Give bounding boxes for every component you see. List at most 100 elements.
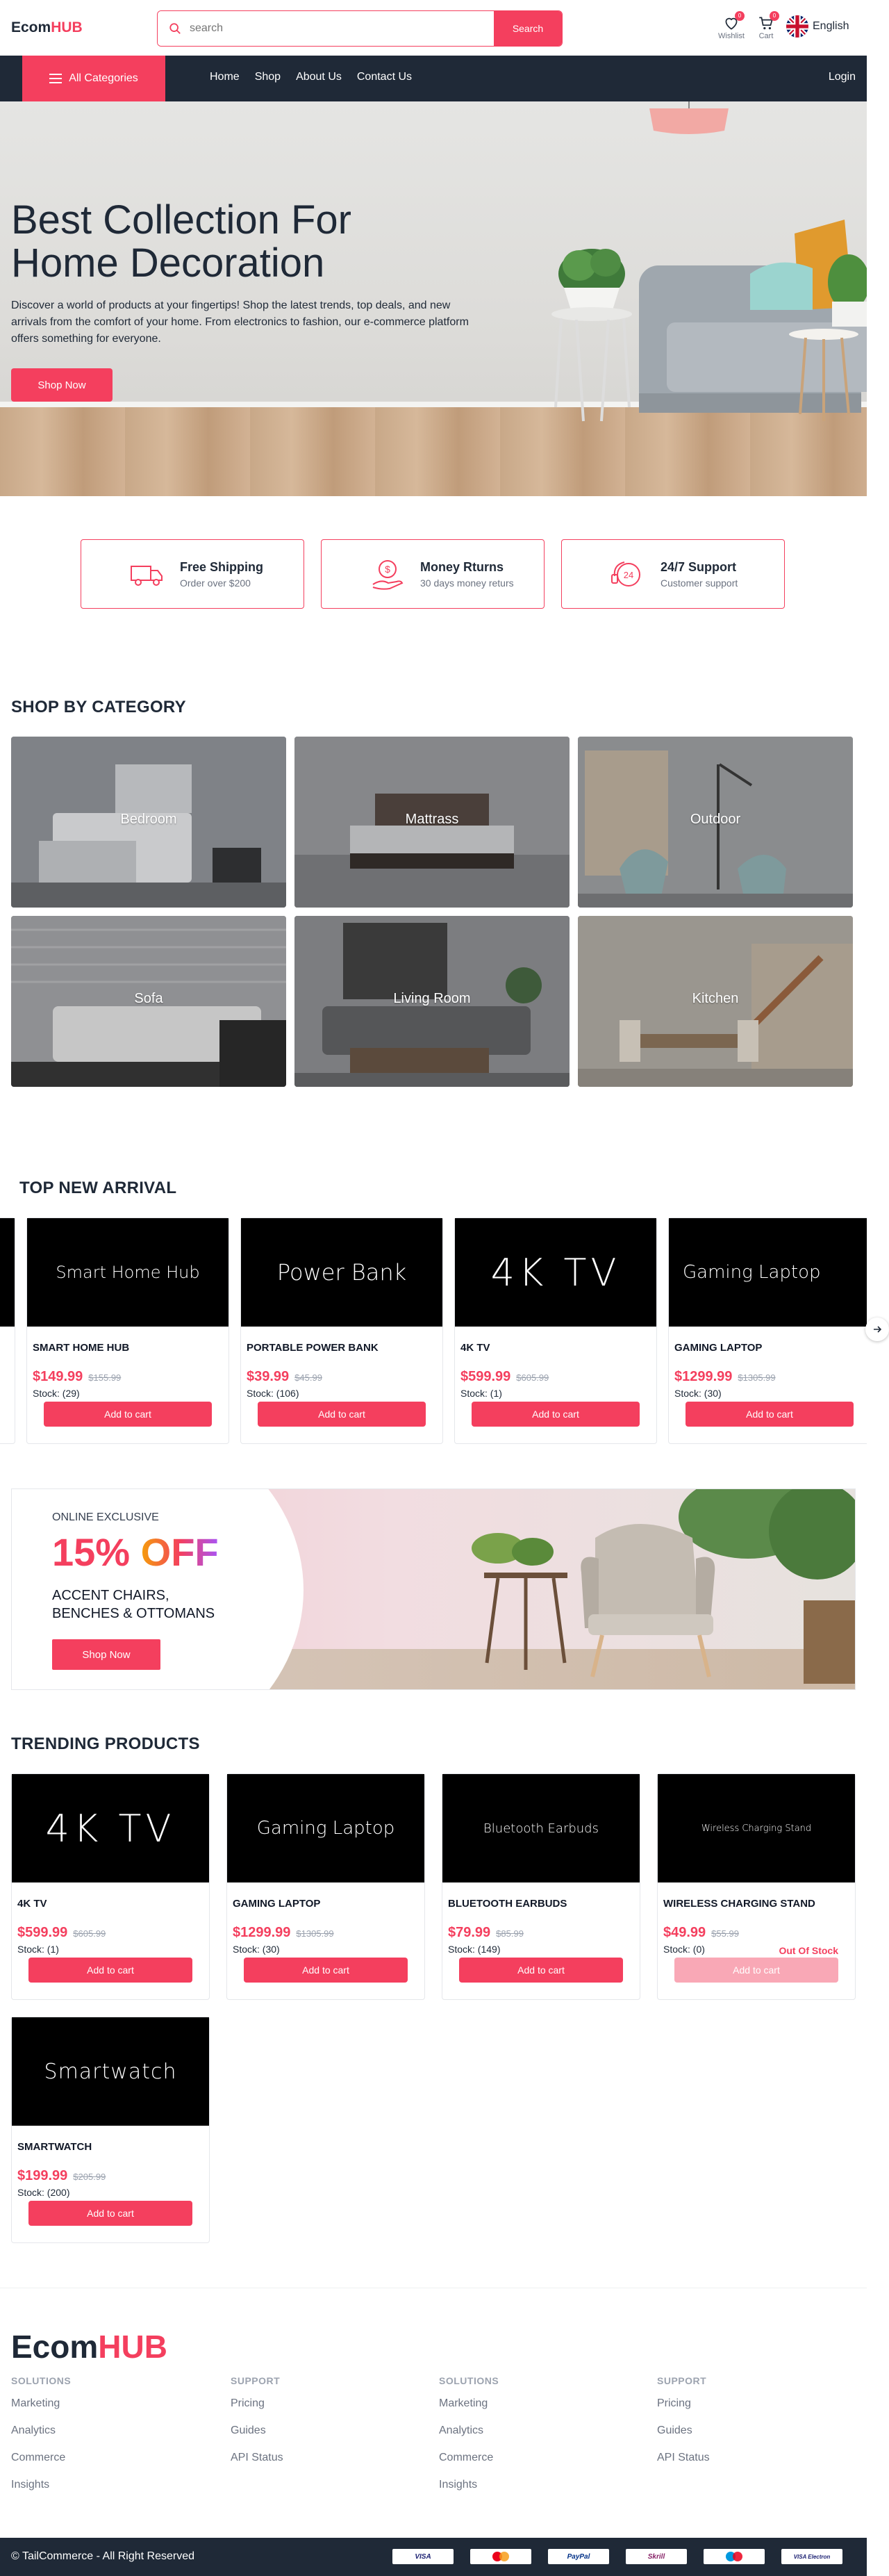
hero-title: Best Collection For Home Decoration bbox=[11, 199, 497, 285]
product-card[interactable]: Bluetooth Earbuds BLUETOOTH EARBUDS $79.… bbox=[442, 1773, 640, 2000]
footer-heading: SOLUTIONS bbox=[11, 2375, 72, 2386]
footer-link[interactable]: Insights bbox=[11, 2479, 71, 2491]
skrill-icon: Skrill bbox=[626, 2549, 687, 2564]
product-name: 4K TV bbox=[17, 1898, 47, 1910]
wishlist-button[interactable]: 0 Wishlist bbox=[718, 11, 745, 40]
living-room-illustration bbox=[551, 101, 867, 422]
add-to-cart-button[interactable]: Add to cart bbox=[459, 1958, 623, 1983]
footer-link[interactable]: Marketing bbox=[11, 2397, 71, 2410]
product-stock: Stock: (149) bbox=[448, 1944, 501, 1955]
arrow-right-icon bbox=[874, 1326, 882, 1333]
add-to-cart-button[interactable]: Add to cart bbox=[686, 1402, 854, 1427]
footer-logo[interactable]: EcomHUB bbox=[11, 2328, 167, 2365]
product-price: $79.99 bbox=[448, 1925, 491, 1940]
product-stock: Stock: (106) bbox=[247, 1388, 299, 1399]
promo-discount: 15% OFF bbox=[52, 1529, 219, 1575]
feature-subtitle: 30 days money returs bbox=[420, 577, 514, 589]
footer-link[interactable]: Commerce bbox=[11, 2452, 71, 2464]
category-card-bedroom[interactable]: Bedroom bbox=[11, 737, 286, 908]
product-card[interactable]: 4K TV 4K TV $599.99 $605.99 Stock: (1) Ad… bbox=[454, 1217, 657, 1444]
nav-link-about[interactable]: About Us bbox=[296, 71, 342, 83]
cart-label: Cart bbox=[758, 32, 774, 40]
promo-shop-now-button[interactable]: Shop Now bbox=[52, 1639, 160, 1670]
category-card-sofa[interactable]: Sofa bbox=[11, 916, 286, 1087]
header: EcomHUB Search 0 Wishlist 0 Cart bbox=[0, 0, 867, 56]
search-input[interactable] bbox=[158, 11, 494, 46]
footer-link[interactable]: API Status bbox=[657, 2452, 710, 2464]
add-to-cart-button[interactable]: Add to cart bbox=[44, 1402, 212, 1427]
category-card-mattrass[interactable]: Mattrass bbox=[294, 737, 570, 908]
product-old-price: $605.99 bbox=[73, 1928, 106, 1939]
hero-description: Discover a world of products at your fin… bbox=[11, 300, 469, 345]
footer-link[interactable]: Insights bbox=[439, 2479, 499, 2491]
add-to-cart-button-disabled[interactable]: Add to cart bbox=[674, 1958, 838, 1983]
search-bar: Search bbox=[157, 10, 563, 47]
nav-link-contact[interactable]: Contact Us bbox=[357, 71, 412, 83]
nav-link-home[interactable]: Home bbox=[210, 71, 240, 83]
search-button[interactable]: Search bbox=[494, 11, 562, 46]
svg-text:24: 24 bbox=[624, 570, 633, 580]
promo-line1: ACCENT CHAIRS, bbox=[52, 1588, 169, 1603]
copyright-text: © TailCommerce - All Right Reserved bbox=[11, 2550, 195, 2562]
carousel-next-button[interactable] bbox=[865, 1318, 889, 1341]
footer-link[interactable]: Analytics bbox=[439, 2425, 499, 2437]
nav-menu: Home Shop About Us Contact Us bbox=[210, 71, 412, 83]
product-image: Wireless Charging Stand bbox=[658, 1774, 855, 1882]
product-card[interactable]: Wireless Charging Stand WIRELESS CHARGIN… bbox=[657, 1773, 856, 2000]
product-card[interactable]: Power Bank PORTABLE POWER BANK $39.99 $45… bbox=[240, 1217, 443, 1444]
add-to-cart-button[interactable]: Add to cart bbox=[28, 2201, 192, 2226]
product-card-partial bbox=[0, 1217, 15, 1444]
armchair-illustration bbox=[472, 1489, 855, 1684]
logo[interactable]: EcomHUB bbox=[11, 19, 83, 36]
feature-money-returns: $ Money Rturns 30 days money returs bbox=[321, 539, 545, 609]
add-to-cart-button[interactable]: Add to cart bbox=[28, 1958, 192, 1983]
footer-link[interactable]: Pricing bbox=[231, 2397, 283, 2410]
category-label: Living Room bbox=[393, 991, 471, 1006]
hero-shop-now-button[interactable]: Shop Now bbox=[11, 368, 113, 402]
trending-grid: 4K TV 4K TV $599.99 $605.99 Stock: (1) Ad… bbox=[11, 1773, 856, 2260]
product-old-price: $85.99 bbox=[496, 1928, 524, 1939]
language-selector[interactable]: English bbox=[786, 15, 849, 38]
product-image: 4K TV bbox=[12, 1774, 209, 1882]
footer-link[interactable]: Guides bbox=[657, 2425, 710, 2437]
product-card[interactable]: Gaming Laptop GAMING LAPTOP $1299.99 $130… bbox=[668, 1217, 867, 1444]
feature-subtitle: Customer support bbox=[660, 577, 738, 589]
footer-link[interactable]: Pricing bbox=[657, 2397, 710, 2410]
cart-button[interactable]: 0 Cart bbox=[757, 11, 779, 40]
footer-link[interactable]: Analytics bbox=[11, 2425, 71, 2437]
nav-link-shop[interactable]: Shop bbox=[255, 71, 281, 83]
category-card-kitchen[interactable]: Kitchen bbox=[578, 916, 853, 1087]
product-card[interactable]: 4K TV 4K TV $599.99 $605.99 Stock: (1) Ad… bbox=[11, 1773, 210, 2000]
all-categories-button[interactable]: All Categories bbox=[22, 56, 165, 101]
product-old-price: $1305.99 bbox=[296, 1928, 334, 1939]
svg-text:$: $ bbox=[385, 564, 390, 575]
product-card[interactable]: Smart Home Hub SMART HOME HUB $149.99 $15… bbox=[26, 1217, 229, 1444]
promo-percent: 15% bbox=[52, 1530, 131, 1574]
footer-link[interactable]: Guides bbox=[231, 2425, 283, 2437]
product-price: $1299.99 bbox=[233, 1925, 291, 1940]
add-to-cart-button[interactable]: Add to cart bbox=[258, 1402, 426, 1427]
login-link[interactable]: Login bbox=[829, 71, 856, 83]
maestro-icon bbox=[704, 2549, 765, 2564]
cart-count: 0 bbox=[770, 11, 779, 21]
promo-banner: ONLINE EXCLUSIVE 15% OFF ACCENT CHAIRS, … bbox=[11, 1488, 856, 1690]
category-card-living-room[interactable]: Living Room bbox=[294, 916, 570, 1087]
add-to-cart-button[interactable]: Add to cart bbox=[472, 1402, 640, 1427]
footer-heading: SUPPORT bbox=[231, 2375, 281, 2386]
product-image: Gaming Laptop bbox=[227, 1774, 424, 1882]
product-stock: Stock: (1) bbox=[460, 1388, 502, 1399]
product-name: SMARTWATCH bbox=[17, 2141, 92, 2153]
support-24-icon: 24 bbox=[611, 561, 640, 586]
add-to-cart-button[interactable]: Add to cart bbox=[244, 1958, 408, 1983]
product-card[interactable]: Gaming Laptop GAMING LAPTOP $1299.99 $130… bbox=[226, 1773, 425, 2000]
visa-icon: VISA bbox=[392, 2549, 454, 2564]
category-card-outdoor[interactable]: Outdoor bbox=[578, 737, 853, 908]
footer-link[interactable]: Marketing bbox=[439, 2397, 499, 2410]
product-image: Gaming Laptop bbox=[669, 1218, 867, 1327]
category-grid: Bedroom Mattrass Outdoor Sofa Living Roo… bbox=[11, 737, 853, 1087]
footer-link[interactable]: Commerce bbox=[439, 2452, 499, 2464]
feature-support: 24 24/7 Support Customer support bbox=[561, 539, 785, 609]
footer-link[interactable]: API Status bbox=[231, 2452, 283, 2464]
product-card[interactable]: Smartwatch SMARTWATCH $199.99 $205.99 Sto… bbox=[11, 2017, 210, 2243]
language-label: English bbox=[813, 20, 849, 32]
